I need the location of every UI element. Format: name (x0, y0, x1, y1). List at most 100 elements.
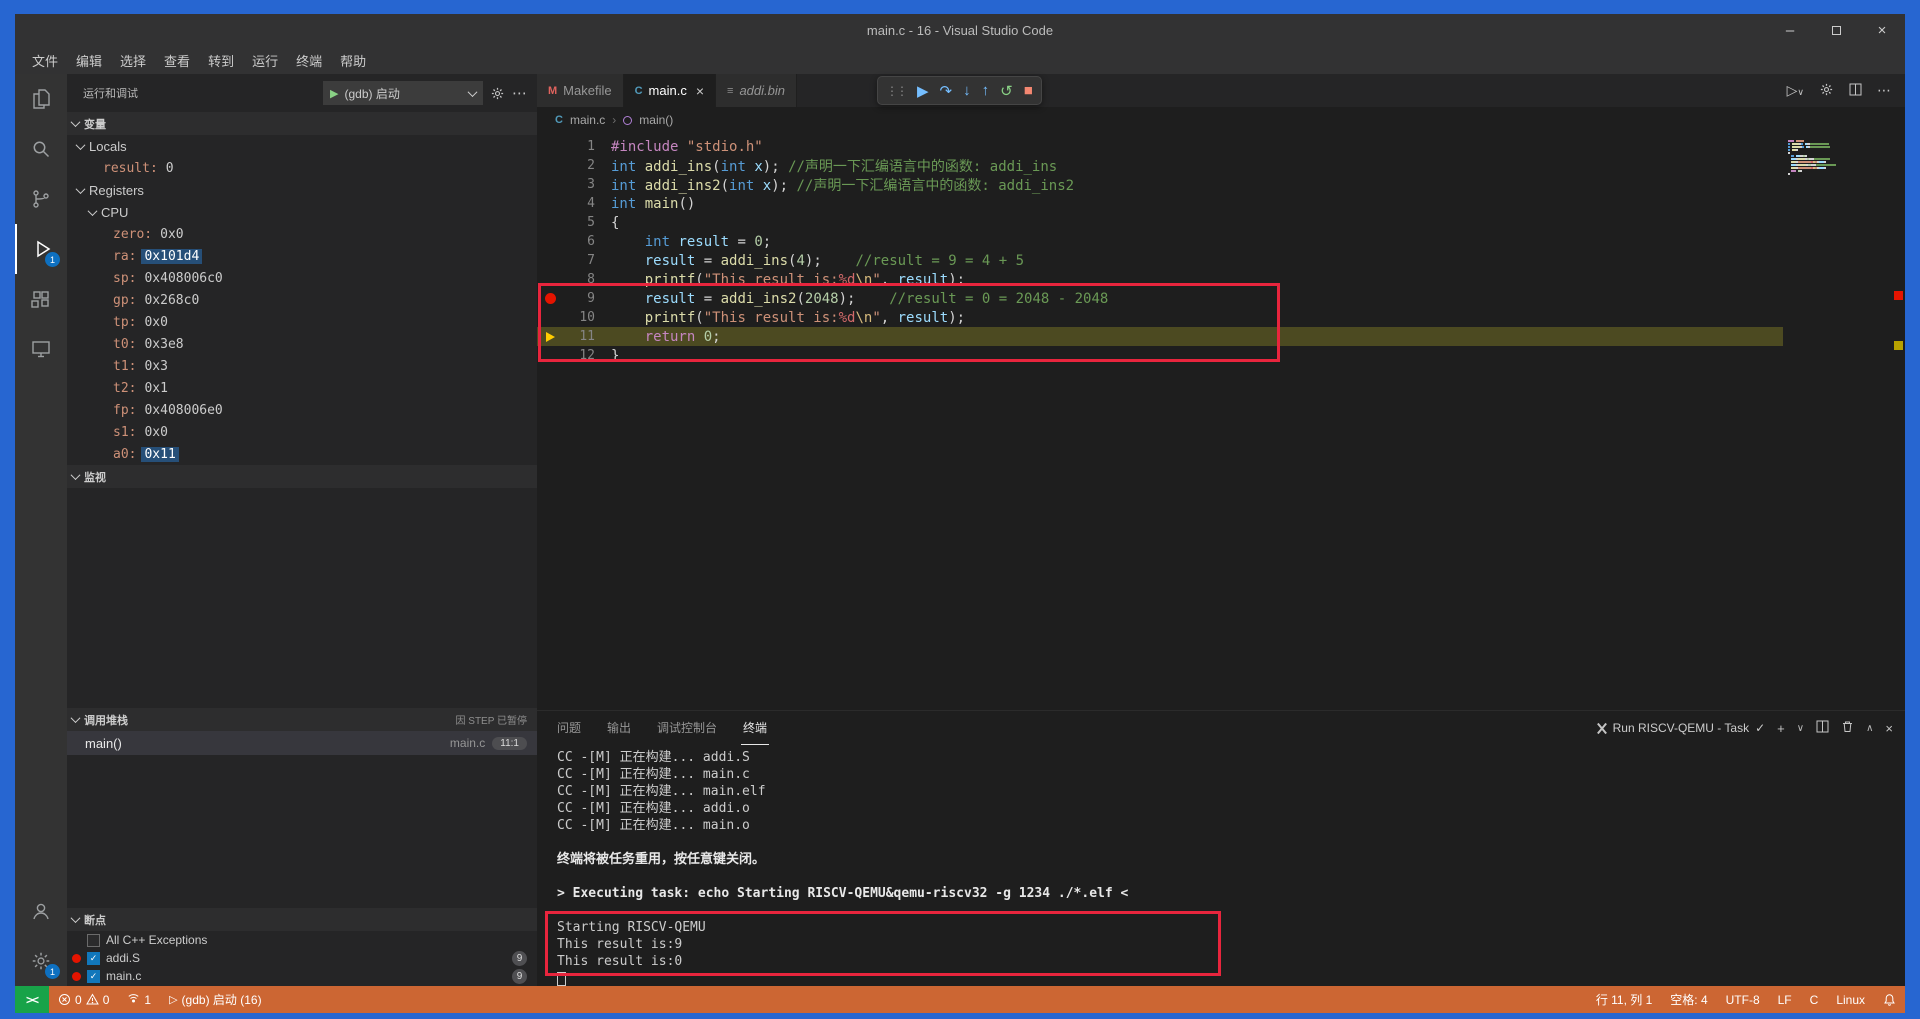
register-row[interactable]: t0:0x3e8 (67, 333, 537, 355)
start-debugging-icon[interactable]: ▶ (330, 87, 338, 100)
close-button[interactable]: × (1859, 14, 1905, 46)
continue-button[interactable]: ▶ (917, 82, 929, 100)
register-row[interactable]: sp:0x408006c0 (67, 267, 537, 289)
breakpoint-row[interactable]: ✓main.c9 (67, 967, 537, 985)
panel-tab[interactable]: 调试控制台 (655, 711, 719, 745)
step-over-button[interactable]: ↷ (940, 82, 953, 100)
menu-item[interactable]: 转到 (199, 46, 243, 74)
settings-button[interactable]: 1 (15, 936, 67, 986)
call-stack-section-header[interactable]: 调用堆栈 因 STEP 已暂停 (67, 708, 537, 731)
breakpoints-section-header[interactable]: 断点 (67, 908, 537, 931)
breakpoint-checkbox[interactable]: ✓ (87, 952, 100, 965)
step-into-button[interactable]: ↓ (963, 82, 971, 99)
breakpoint-row[interactable]: All C++ Exceptions (67, 931, 537, 949)
sidebar-more-actions[interactable]: ⋯ (512, 84, 527, 102)
register-row[interactable]: gp:0x268c0 (67, 289, 537, 311)
problems-indicator[interactable]: 0 0 (49, 986, 118, 1013)
step-out-button[interactable]: ↑ (982, 82, 990, 99)
run-or-debug-button[interactable]: ▷∨ (1787, 82, 1804, 99)
breakpoint-checkbox[interactable] (87, 934, 100, 947)
editor-tab[interactable]: MMakefile (537, 74, 624, 107)
breadcrumb-symbol[interactable]: main() (639, 113, 673, 127)
editor-gear-button[interactable] (1819, 82, 1834, 100)
code-line[interactable]: 9 result = addi_ins2(2048); //result = 0… (537, 289, 1905, 308)
variables-section-header[interactable]: 变量 (67, 112, 537, 135)
restart-button[interactable]: ↺ (1000, 82, 1013, 100)
toolbar-drag-handle[interactable]: ⋮⋮ (886, 84, 906, 98)
code-line[interactable]: 11 return 0; (537, 327, 1905, 346)
register-row[interactable]: zero:0x0 (67, 223, 537, 245)
split-terminal-button[interactable] (1816, 720, 1829, 736)
sidebar-item-run-and-debug[interactable]: 1 (15, 224, 67, 274)
status-item[interactable]: 空格: 4 (1661, 986, 1716, 1013)
sidebar-item-explorer[interactable] (15, 74, 67, 124)
code-line[interactable]: 10 printf("This result is:%d\n", result)… (537, 308, 1905, 327)
register-row[interactable]: fp:0x408006e0 (67, 399, 537, 421)
new-terminal-button[interactable]: + (1777, 721, 1785, 736)
locals-group[interactable]: Locals (67, 135, 537, 157)
menu-item[interactable]: 终端 (287, 46, 331, 74)
code-line[interactable]: 6 int result = 0; (537, 232, 1905, 251)
panel-tab[interactable]: 终端 (741, 711, 769, 745)
accounts-button[interactable] (15, 886, 67, 936)
close-tab-icon[interactable]: × (696, 83, 704, 99)
code-line[interactable]: 12} (537, 346, 1905, 365)
status-item[interactable]: 行 11, 列 1 (1587, 986, 1661, 1013)
terminal-content[interactable]: CC -[M] 正在构建... addi.SCC -[M] 正在构建... ma… (537, 745, 1905, 986)
maximize-panel-button[interactable]: ∧ (1866, 723, 1873, 734)
debug-status[interactable]: ▷ (gdb) 启动 (16) (160, 986, 271, 1013)
editor-tab[interactable]: ≡addi.bin (716, 74, 797, 107)
registers-group[interactable]: Registers (67, 179, 537, 201)
ports-indicator[interactable]: 1 (118, 986, 160, 1013)
register-row[interactable]: s1:0x0 (67, 421, 537, 443)
code-line[interactable]: 1#include "stdio.h" (537, 137, 1905, 156)
status-item[interactable]: LF (1769, 986, 1801, 1013)
register-row[interactable]: t1:0x3 (67, 355, 537, 377)
status-item[interactable]: Linux (1827, 986, 1874, 1013)
code-line[interactable]: 7 result = addi_ins(4); //result = 9 = 4… (537, 251, 1905, 270)
status-item[interactable]: C (1801, 986, 1828, 1013)
breadcrumb[interactable]: C main.c › main() (537, 107, 1905, 133)
breakpoint-checkbox[interactable]: ✓ (87, 970, 100, 983)
split-editor-button[interactable] (1849, 83, 1862, 99)
terminal-task-entry[interactable]: Run RISCV-QEMU - Task ✓ (1596, 721, 1766, 735)
register-row[interactable]: ra:0x101d4 (67, 245, 537, 267)
terminal-dropdown[interactable]: ∨ (1797, 723, 1804, 734)
menu-item[interactable]: 帮助 (331, 46, 375, 74)
code-line[interactable]: 4int main() (537, 194, 1905, 213)
code-line[interactable]: 3int addi_ins2(int x); //声明一下汇编语言中的函数: a… (537, 175, 1905, 194)
sidebar-item-source-control[interactable] (15, 174, 67, 224)
code-line[interactable]: 8 printf("This result is:%d\n", result); (537, 270, 1905, 289)
breakpoint-row[interactable]: ✓addi.S9 (67, 949, 537, 967)
editor-tab[interactable]: Cmain.c× (624, 74, 716, 107)
maximize-button[interactable] (1813, 14, 1859, 46)
panel-tab[interactable]: 问题 (555, 711, 583, 745)
menu-item[interactable]: 文件 (23, 46, 67, 74)
stop-button[interactable]: ■ (1024, 82, 1033, 99)
sidebar-item-remote-explorer[interactable] (15, 324, 67, 374)
menu-item[interactable]: 查看 (155, 46, 199, 74)
sidebar-item-extensions[interactable] (15, 274, 67, 324)
breadcrumb-file[interactable]: main.c (570, 113, 605, 127)
menu-item[interactable]: 选择 (111, 46, 155, 74)
watch-section-header[interactable]: 监视 (67, 465, 537, 488)
kill-terminal-button[interactable] (1841, 720, 1854, 736)
register-row[interactable]: a0:0x11 (67, 443, 537, 465)
menu-item[interactable]: 运行 (243, 46, 287, 74)
close-panel-button[interactable]: × (1885, 721, 1893, 736)
code-line[interactable]: 2int addi_ins(int x); //声明一下汇编语言中的函数: ad… (537, 156, 1905, 175)
cpu-group[interactable]: CPU (67, 201, 537, 223)
minimize-button[interactable]: – (1767, 14, 1813, 46)
register-row[interactable]: t2:0x1 (67, 377, 537, 399)
register-row[interactable]: tp:0x0 (67, 311, 537, 333)
sidebar-item-search[interactable] (15, 124, 67, 174)
menu-item[interactable]: 编辑 (67, 46, 111, 74)
launch-config-dropdown[interactable]: ▶ (gdb) 启动 (323, 81, 483, 105)
variable-row[interactable]: result:0 (67, 157, 537, 179)
code-line[interactable]: 5{ (537, 213, 1905, 232)
minimap[interactable] (1783, 137, 1891, 710)
code-editor[interactable]: 1#include "stdio.h"2int addi_ins(int x);… (537, 133, 1905, 710)
remote-indicator[interactable]: >< (15, 986, 49, 1013)
notifications-button[interactable] (1874, 986, 1905, 1013)
debug-settings-gear[interactable] (490, 86, 505, 101)
